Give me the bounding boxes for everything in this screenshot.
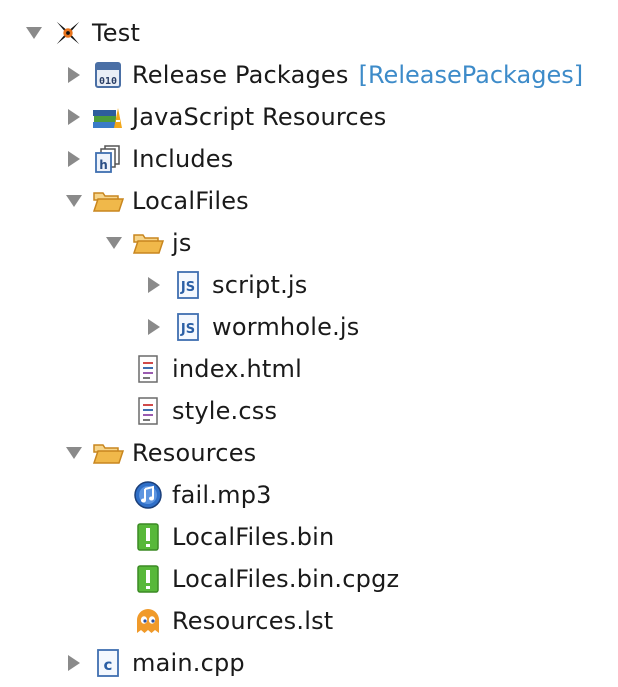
tree-item-resources[interactable]: Resources [62,432,256,474]
chevron-right-icon[interactable] [62,105,86,129]
chevron-down-icon[interactable] [62,189,86,213]
project-x-icon [52,17,84,49]
chevron-down-icon[interactable] [62,441,86,465]
svg-text:JS: JS [180,280,195,295]
chevron-down-icon[interactable] [22,21,46,45]
js-file-icon: JS [172,311,204,343]
tree-item-label: main.cpp [132,649,245,677]
chevron-right-icon[interactable] [62,63,86,87]
svg-text:c: c [104,656,113,674]
tree-item-label: JavaScript Resources [132,103,387,131]
c-source-file-icon: c [92,647,124,679]
folder-open-icon [92,185,124,217]
tree-item-label: Resources.lst [172,607,334,635]
svg-text:JS: JS [180,322,195,337]
tree-item-label: js [172,229,192,257]
project-explorer-tree: Test 010 Release Packages [ReleasePackag… [0,0,618,687]
tree-item-test[interactable]: Test [22,12,140,54]
music-note-icon [132,479,164,511]
tree-item-resources-lst[interactable]: Resources.lst [102,600,333,642]
text-file-icon [132,395,164,427]
chevron-right-icon[interactable] [142,315,166,339]
js-file-icon: JS [172,269,204,301]
svg-text:010: 010 [99,76,117,87]
tree-item-label: script.js [212,271,308,299]
chevron-right-icon[interactable] [142,273,166,297]
chevron-right-icon[interactable] [62,147,86,171]
tree-item-label: Release Packages [132,61,349,89]
tree-item-localfiles[interactable]: LocalFiles [62,180,249,222]
tree-item-label: LocalFiles.bin.cpgz [172,565,400,593]
tree-item-release-packages[interactable]: 010 Release Packages [ReleasePackages] [62,54,583,96]
tree-item-js[interactable]: js [102,222,192,264]
tree-item-wormhole-js[interactable]: JS wormhole.js [142,306,359,348]
tree-item-label: style.css [172,397,278,425]
tree-item-localfiles-bin[interactable]: LocalFiles.bin [102,516,334,558]
library-books-icon [92,101,124,133]
tree-item-fail-mp3[interactable]: fail.mp3 [102,474,272,516]
tree-item-localfiles-bin-cpgz[interactable]: LocalFiles.bin.cpgz [102,558,399,600]
svg-text:h: h [99,158,108,172]
tree-item-style-css[interactable]: style.css [102,390,277,432]
ghost-icon [132,605,164,637]
tree-item-label: LocalFiles [132,187,249,215]
tree-item-includes[interactable]: h Includes [62,138,233,180]
tree-item-index-html[interactable]: index.html [102,348,302,390]
tree-item-script-js[interactable]: JS script.js [142,264,307,306]
folder-open-icon [132,227,164,259]
green-warning-icon [132,521,164,553]
release-packages-tag: [ReleasePackages] [358,61,584,89]
green-warning-icon [132,563,164,595]
header-includes-icon: h [92,143,124,175]
folder-open-icon [92,437,124,469]
tree-item-label: LocalFiles.bin [172,523,335,551]
tree-item-label: Resources [132,439,257,467]
tree-item-javascript-resources[interactable]: JavaScript Resources [62,96,387,138]
tree-item-label: index.html [172,355,302,383]
tree-item-label: Includes [132,145,234,173]
chevron-right-icon[interactable] [62,651,86,675]
tree-item-label: wormhole.js [212,313,360,341]
tree-item-label: fail.mp3 [172,481,272,509]
tree-item-main-cpp[interactable]: c main.cpp [62,642,245,684]
chevron-down-icon[interactable] [102,231,126,255]
tree-item-label: Test [92,19,141,47]
binary-package-icon: 010 [92,59,124,91]
text-file-icon [132,353,164,385]
